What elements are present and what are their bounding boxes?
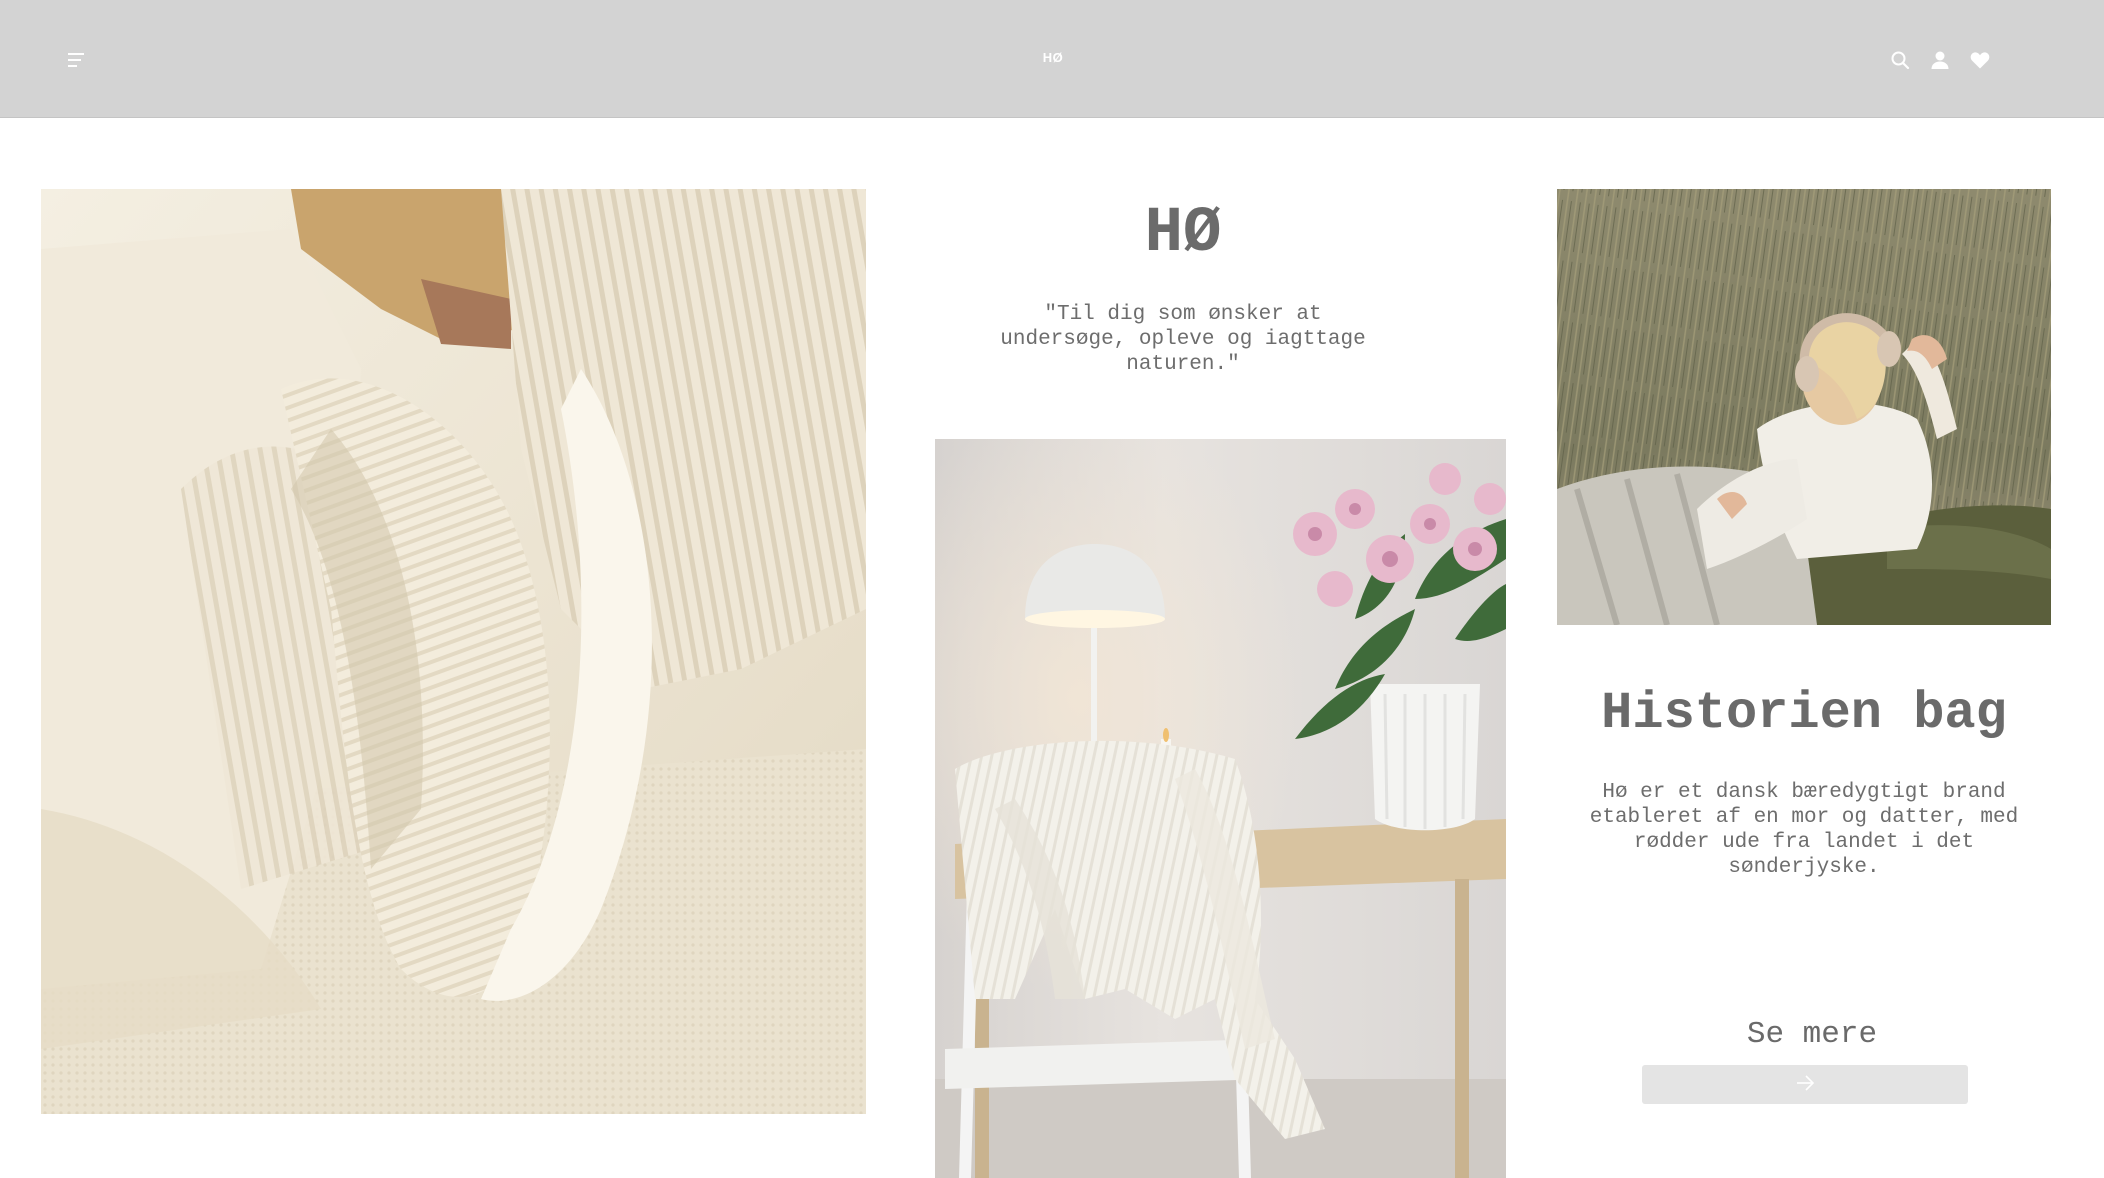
search-icon[interactable] [1888,48,1912,72]
brand-title: HØ [1144,198,1222,270]
lamp-and-sweater-image [935,439,1506,1178]
top-navigation-bar: HØ [0,0,2104,118]
menu-icon[interactable] [64,48,88,72]
user-icon[interactable] [1928,48,1952,72]
see-more-arrow-button[interactable] [1642,1065,1968,1104]
sweater-closeup-image [41,189,866,1114]
woman-in-grass-image [1557,189,2051,625]
arrow-right-icon [1794,1072,1816,1097]
story-title: Historien bag [1601,684,2007,743]
story-description: Hø er et dansk bæredygtigt brand etabler… [1589,781,2019,879]
heart-icon[interactable] [1968,48,1992,72]
see-more-link[interactable]: Se mere [1642,1017,1982,1053]
header-logo[interactable]: HØ [1042,50,1064,65]
brand-tagline: "Til dig som ønsker at undersøge, opleve… [1000,303,1366,376]
